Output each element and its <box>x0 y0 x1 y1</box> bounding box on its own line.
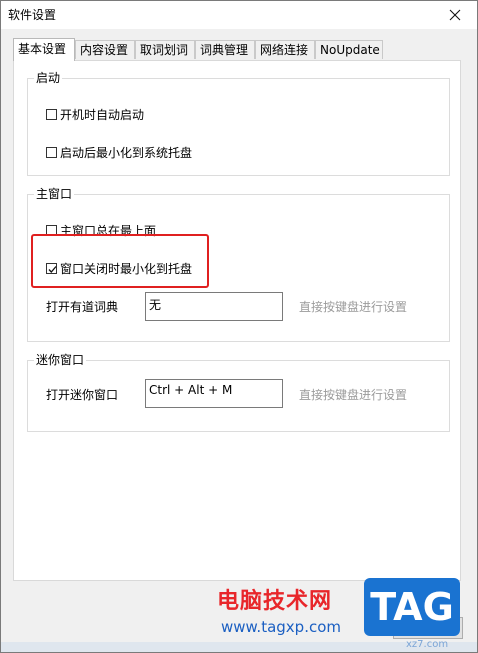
open-dict-hotkey-label: 打开有道词典 <box>46 300 119 314</box>
startup-group: 启动 开机时自动启动 启动后最小化到系统托盘 <box>27 70 450 176</box>
tab-network-connection[interactable]: 网络连接 <box>255 40 315 59</box>
minimize-to-tray-checkbox[interactable] <box>46 147 57 158</box>
close-to-tray-label: 窗口关闭时最小化到托盘 <box>60 262 193 276</box>
tab-word-capture[interactable]: 取词划词 <box>135 40 195 59</box>
auto-start-label: 开机时自动启动 <box>60 108 145 122</box>
tab-content-settings[interactable]: 内容设置 <box>75 40 135 59</box>
tab-basic-settings[interactable]: 基本设置 <box>13 38 75 61</box>
open-dict-hotkey-input[interactable]: 无 <box>145 292 283 321</box>
close-to-tray-option[interactable]: 窗口关闭时最小化到托盘 <box>46 260 192 277</box>
minimize-to-tray-option[interactable]: 启动后最小化到系统托盘 <box>46 144 192 161</box>
startup-group-label: 启动 <box>34 70 63 86</box>
open-mini-hotkey-hint: 直接按键盘进行设置 <box>299 388 408 402</box>
settings-window: 软件设置 基本设置 内容设置 取词划词 词典管理 网络连接 NoUpdate 启… <box>0 0 478 653</box>
auto-start-checkbox[interactable] <box>46 109 57 120</box>
close-to-tray-checkbox[interactable] <box>46 263 57 274</box>
basic-settings-panel: 启动 开机时自动启动 启动后最小化到系统托盘 主窗口 主窗口总在最上面 窗口关闭… <box>13 60 461 581</box>
tab-noupdate[interactable]: NoUpdate <box>315 40 383 59</box>
always-on-top-checkbox[interactable] <box>46 225 57 236</box>
always-on-top-option[interactable]: 主窗口总在最上面 <box>46 222 156 239</box>
close-button[interactable] <box>433 1 477 29</box>
watermark-url: www.tagxp.com <box>221 618 341 636</box>
watermark-sub: xz7.com <box>406 639 449 650</box>
watermark-tag-logo: TAG <box>364 578 460 636</box>
main-window-group-label: 主窗口 <box>34 186 75 202</box>
main-window-group: 主窗口 主窗口总在最上面 窗口关闭时最小化到托盘 打开有道词典 无 直接按键盘进… <box>27 186 450 342</box>
window-title: 软件设置 <box>8 8 57 22</box>
mini-window-group-label: 迷你窗口 <box>34 352 87 368</box>
open-mini-hotkey-label: 打开迷你窗口 <box>46 388 119 402</box>
open-dict-hotkey-hint: 直接按键盘进行设置 <box>299 300 408 314</box>
always-on-top-label: 主窗口总在最上面 <box>60 224 157 238</box>
mini-window-group: 迷你窗口 打开迷你窗口 Ctrl + Alt + M 直接按键盘进行设置 <box>27 352 450 432</box>
title-bar: 软件设置 <box>1 1 477 29</box>
watermark-site-name: 电脑技术网 <box>217 589 333 614</box>
open-mini-hotkey-input[interactable]: Ctrl + Alt + M <box>145 379 283 408</box>
minimize-to-tray-label: 启动后最小化到系统托盘 <box>60 146 193 160</box>
tab-dictionary-management[interactable]: 词典管理 <box>195 40 255 59</box>
checkmark-icon <box>48 266 57 273</box>
close-icon <box>449 9 461 21</box>
auto-start-option[interactable]: 开机时自动启动 <box>46 106 144 123</box>
